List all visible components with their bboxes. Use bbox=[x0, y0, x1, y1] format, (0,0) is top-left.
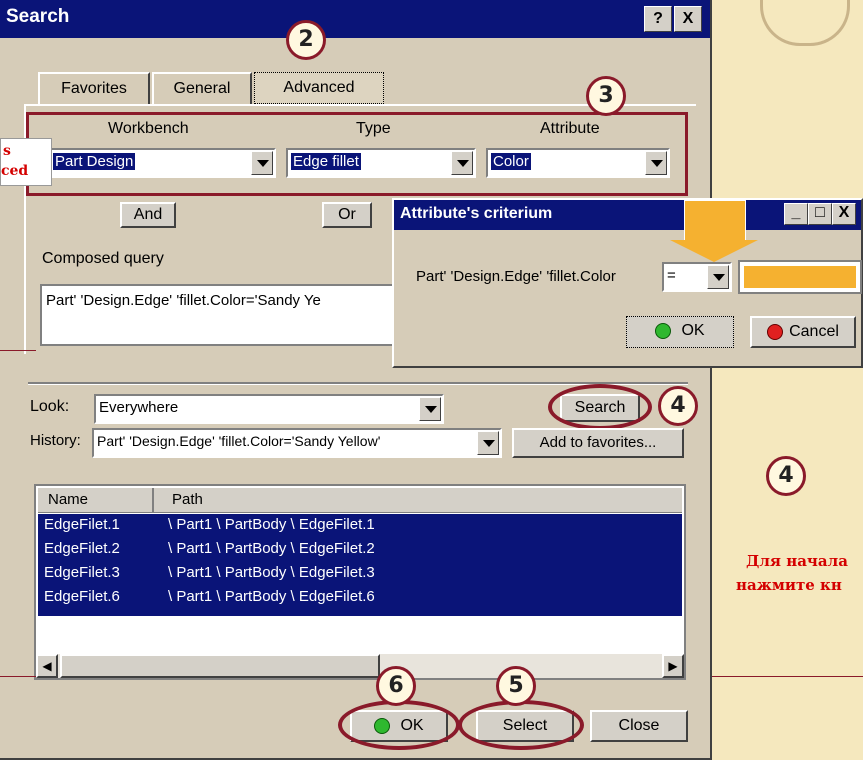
row-name: EdgeFilet.6 bbox=[44, 588, 120, 605]
popup-cancel-button[interactable]: Cancel bbox=[750, 316, 856, 348]
callout-4-side: 4 bbox=[766, 456, 806, 496]
tab-advanced[interactable]: Advanced bbox=[254, 72, 384, 104]
maximize-icon[interactable]: □ bbox=[808, 203, 832, 225]
popup-ok-button[interactable]: OK bbox=[626, 316, 734, 348]
row-name: EdgeFilet.1 bbox=[44, 516, 120, 533]
left-note-line2: ced bbox=[1, 163, 29, 179]
row-name: EdgeFilet.2 bbox=[44, 540, 120, 557]
look-combo[interactable]: Everywhere bbox=[94, 394, 444, 424]
search-highlight bbox=[548, 384, 652, 430]
left-note-line1: s bbox=[3, 143, 11, 159]
look-value: Everywhere bbox=[99, 399, 179, 416]
attribute-criterium-dialog: Attribute's criterium _ □ X Part' 'Desig… bbox=[392, 198, 863, 368]
select-highlight bbox=[458, 700, 584, 750]
history-label: History: bbox=[30, 432, 81, 449]
help-button[interactable]: ? bbox=[644, 6, 672, 32]
column-divider bbox=[152, 488, 154, 512]
left-note: s ced bbox=[0, 138, 52, 186]
row-path: \ Part1 \ PartBody \ EdgeFilet.2 bbox=[168, 540, 375, 557]
table-row[interactable]: EdgeFilet.2 \ Part1 \ PartBody \ EdgeFil… bbox=[40, 538, 680, 562]
scroll-right-icon[interactable]: ▶ bbox=[662, 654, 684, 678]
close-window-button[interactable]: X bbox=[674, 6, 702, 32]
history-combo[interactable]: Part' 'Design.Edge' 'fillet.Color='Sandy… bbox=[92, 428, 502, 458]
callout-5: 5 bbox=[496, 666, 536, 706]
composed-query-value: Part' 'Design.Edge' 'fillet.Color='Sandy… bbox=[46, 292, 321, 309]
chevron-down-icon[interactable] bbox=[707, 265, 729, 289]
callout-3: 3 bbox=[586, 76, 626, 116]
table-header: Name Path bbox=[38, 488, 682, 513]
minimize-icon[interactable]: _ bbox=[784, 203, 808, 225]
chevron-down-icon[interactable] bbox=[477, 431, 499, 455]
color-value-field[interactable] bbox=[738, 260, 862, 294]
look-label: Look: bbox=[30, 398, 70, 415]
ok-icon bbox=[655, 322, 672, 339]
popup-title-bar: Attribute's criterium _ □ X bbox=[394, 200, 861, 230]
tab-general[interactable]: General bbox=[152, 72, 252, 104]
right-note-line1: Для начала bbox=[746, 552, 848, 570]
arrow-down-icon bbox=[684, 200, 746, 242]
add-to-favorites-button[interactable]: Add to favorites... bbox=[512, 428, 684, 458]
callout-line bbox=[712, 676, 863, 677]
table-row[interactable]: EdgeFilet.6 \ Part1 \ PartBody \ EdgeFil… bbox=[40, 586, 680, 610]
operator-value: = bbox=[667, 267, 676, 284]
ok-highlight bbox=[338, 700, 460, 750]
composed-query-field[interactable]: Part' 'Design.Edge' 'fillet.Color='Sandy… bbox=[40, 284, 400, 346]
type-value: Edge fillet bbox=[291, 153, 361, 170]
close-button[interactable]: Close bbox=[590, 710, 688, 742]
column-header-path[interactable]: Path bbox=[172, 491, 203, 508]
tab-favorites[interactable]: Favorites bbox=[38, 72, 150, 104]
cancel-icon bbox=[767, 323, 784, 340]
callout-4: 4 bbox=[658, 386, 698, 426]
row-path: \ Part1 \ PartBody \ EdgeFilet.6 bbox=[168, 588, 375, 605]
or-button[interactable]: Or bbox=[322, 202, 372, 228]
scrollbar-thumb[interactable] bbox=[60, 654, 380, 678]
horizontal-scrollbar[interactable]: ◀ ▶ bbox=[36, 654, 684, 678]
type-combo[interactable]: Edge fillet bbox=[286, 148, 476, 178]
and-button[interactable]: And bbox=[120, 202, 176, 228]
operator-combo[interactable]: = bbox=[662, 262, 732, 292]
chevron-down-icon[interactable] bbox=[419, 397, 441, 421]
color-swatch bbox=[744, 266, 856, 288]
popup-title: Attribute's criterium bbox=[400, 205, 553, 222]
type-label: Type bbox=[356, 120, 391, 137]
chevron-down-icon[interactable] bbox=[251, 151, 273, 175]
scroll-left-icon[interactable]: ◀ bbox=[36, 654, 58, 678]
callout-6: 6 bbox=[376, 666, 416, 706]
criterium-label: Part' 'Design.Edge' 'fillet.Color bbox=[416, 268, 616, 285]
history-value: Part' 'Design.Edge' 'fillet.Color='Sandy… bbox=[97, 433, 381, 449]
callout-2: 2 bbox=[286, 20, 326, 60]
row-path: \ Part1 \ PartBody \ EdgeFilet.1 bbox=[168, 516, 375, 533]
table-row[interactable]: EdgeFilet.1 \ Part1 \ PartBody \ EdgeFil… bbox=[40, 514, 680, 538]
close-icon[interactable]: X bbox=[832, 203, 856, 225]
workbench-value: Part Design bbox=[53, 153, 136, 170]
attribute-label: Attribute bbox=[540, 120, 600, 137]
popup-cancel-label: Cancel bbox=[789, 323, 839, 340]
row-name: EdgeFilet.3 bbox=[44, 564, 120, 581]
callout-line bbox=[0, 350, 36, 351]
table-row[interactable]: EdgeFilet.3 \ Part1 \ PartBody \ EdgeFil… bbox=[40, 562, 680, 586]
callout-line bbox=[0, 676, 36, 677]
logo-decoration bbox=[760, 0, 850, 46]
dialog-title: Search bbox=[6, 6, 70, 27]
workbench-combo[interactable]: Part Design bbox=[48, 148, 276, 178]
attribute-value: Color bbox=[491, 153, 531, 170]
column-header-name[interactable]: Name bbox=[48, 491, 88, 508]
right-note-line2: нажмите кн bbox=[736, 576, 842, 594]
attribute-combo[interactable]: Color bbox=[486, 148, 670, 178]
chevron-down-icon[interactable] bbox=[451, 151, 473, 175]
arrow-down-head bbox=[670, 240, 758, 262]
popup-ok-label: OK bbox=[681, 322, 705, 339]
title-bar: Search ? X bbox=[0, 0, 710, 38]
row-path: \ Part1 \ PartBody \ EdgeFilet.3 bbox=[168, 564, 375, 581]
composed-query-label: Composed query bbox=[42, 250, 164, 267]
workbench-label: Workbench bbox=[108, 120, 189, 137]
chevron-down-icon[interactable] bbox=[645, 151, 667, 175]
